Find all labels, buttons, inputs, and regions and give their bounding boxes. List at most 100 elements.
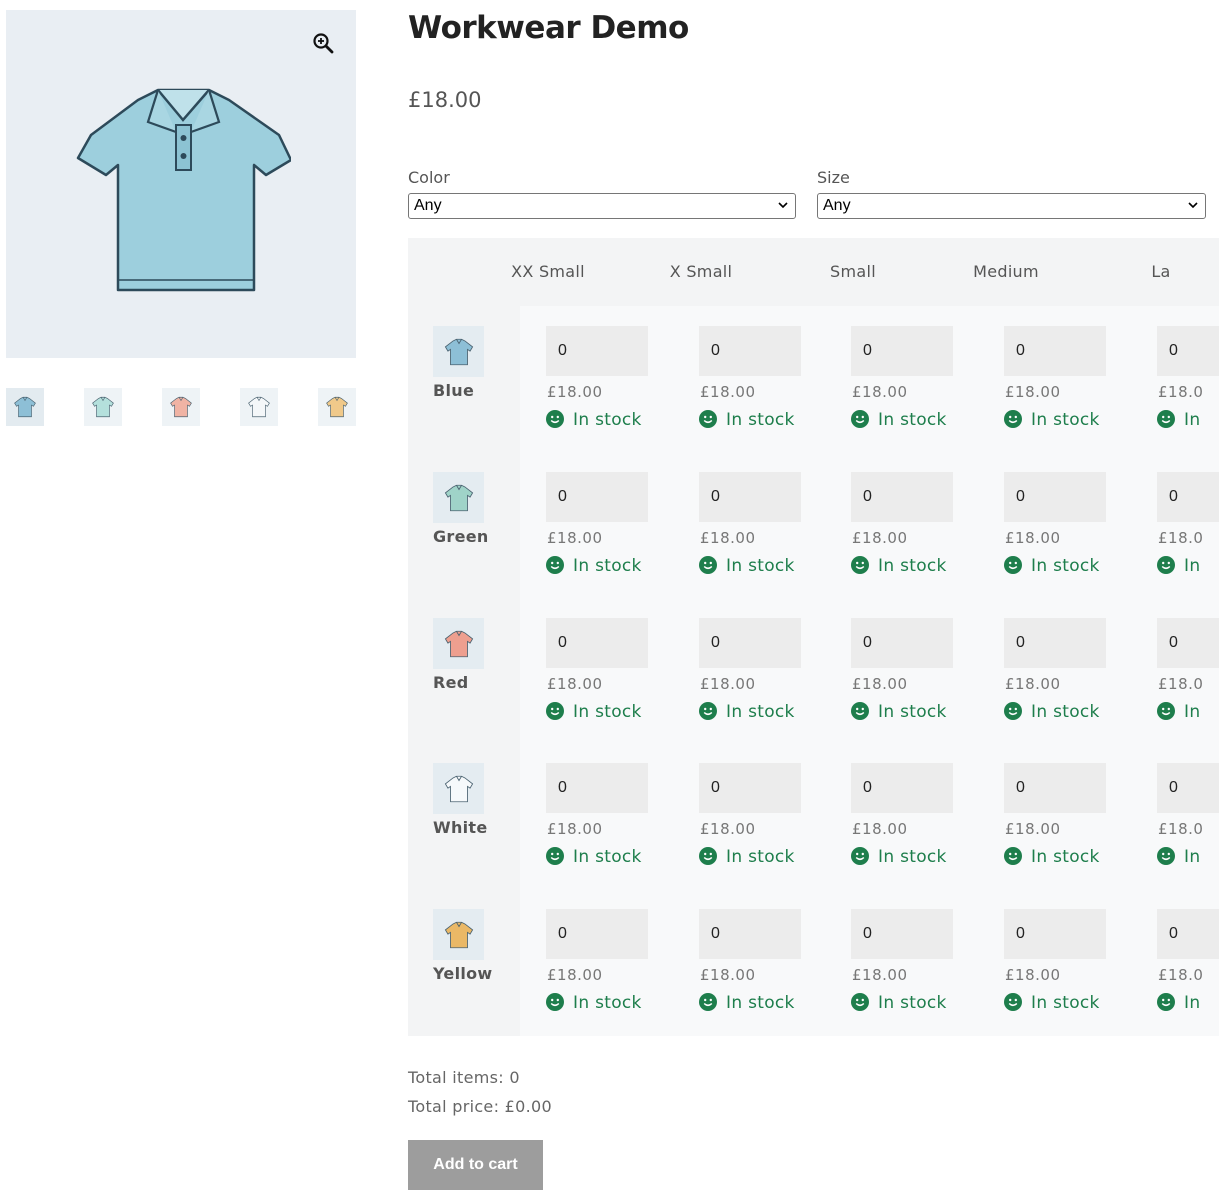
- color-select[interactable]: Any: [408, 193, 796, 219]
- smiley-check-icon: [1157, 847, 1175, 865]
- stock-status-text: In stock: [573, 410, 642, 430]
- polo-shirt-swatch-icon: [444, 484, 473, 511]
- color-row-label: Green: [433, 527, 489, 546]
- add-to-cart-button[interactable]: Add to cart: [408, 1140, 543, 1190]
- quantity-input[interactable]: 0: [1004, 618, 1106, 668]
- polo-shirt-thumbnail-icon: [170, 396, 192, 418]
- quantity-input[interactable]: 0: [699, 618, 801, 668]
- quantity-input[interactable]: 0: [546, 909, 648, 959]
- quantity-input[interactable]: 0: [1004, 472, 1106, 522]
- stock-status-text: In stock: [1031, 993, 1100, 1013]
- variation-price: £18.00: [547, 820, 603, 838]
- stock-status-text: In: [1184, 847, 1201, 867]
- quantity-input[interactable]: 0: [1157, 326, 1219, 376]
- stock-status: In: [1157, 556, 1200, 576]
- chevron-down-icon: [1188, 202, 1198, 209]
- stock-status-text: In: [1184, 702, 1201, 722]
- size-select[interactable]: Any: [817, 193, 1206, 219]
- total-price: Total price: £0.00: [408, 1097, 552, 1116]
- quantity-input[interactable]: 0: [1004, 909, 1106, 959]
- stock-status: In: [1157, 410, 1200, 430]
- gallery-thumbnail-yellow[interactable]: [318, 388, 356, 426]
- quantity-input[interactable]: 0: [851, 618, 953, 668]
- stock-status-text: In stock: [878, 702, 947, 722]
- stock-status-text: In stock: [1031, 702, 1100, 722]
- quantity-input[interactable]: 0: [1004, 763, 1106, 813]
- quantity-input[interactable]: 0: [851, 472, 953, 522]
- smiley-check-icon: [699, 702, 717, 720]
- stock-status-text: In stock: [573, 847, 642, 867]
- quantity-input[interactable]: 0: [851, 763, 953, 813]
- smiley-check-icon: [851, 556, 869, 574]
- variation-price: £18.00: [547, 675, 603, 693]
- color-row-thumbnail: [433, 326, 484, 377]
- variation-price: £18.00: [1005, 675, 1061, 693]
- polo-shirt-thumbnail-icon: [326, 396, 348, 418]
- gallery-thumbnail-blue[interactable]: [6, 388, 44, 426]
- quantity-input[interactable]: 0: [1157, 472, 1219, 522]
- zoom-in-icon[interactable]: [312, 32, 334, 54]
- size-column-header: La: [1151, 262, 1171, 281]
- stock-status: In stock: [546, 702, 642, 722]
- variation-matrix: XX Small X Small Small Medium La Blue 0 £18.00 I…: [408, 238, 1219, 1036]
- quantity-input[interactable]: 0: [1157, 763, 1219, 813]
- smiley-check-icon: [546, 702, 564, 720]
- color-row-label: White: [433, 818, 488, 837]
- quantity-input[interactable]: 0: [851, 909, 953, 959]
- chevron-down-icon: [778, 202, 788, 209]
- stock-status: In stock: [699, 993, 795, 1013]
- smiley-check-icon: [851, 993, 869, 1011]
- variation-price: £18.0: [1158, 820, 1204, 838]
- smiley-check-icon: [1004, 556, 1022, 574]
- size-column-header: XX Small: [511, 262, 585, 281]
- stock-status: In: [1157, 847, 1200, 867]
- size-column-header: X Small: [669, 262, 733, 281]
- quantity-input[interactable]: 0: [1157, 618, 1219, 668]
- quantity-input[interactable]: 0: [1157, 909, 1219, 959]
- variation-price: £18.00: [1005, 966, 1061, 984]
- stock-status: In stock: [1004, 410, 1100, 430]
- smiley-check-icon: [1004, 847, 1022, 865]
- stock-status-text: In stock: [878, 556, 947, 576]
- stock-status: In stock: [1004, 847, 1100, 867]
- smiley-check-icon: [1004, 993, 1022, 1011]
- stock-status-text: In stock: [1031, 847, 1100, 867]
- stock-status-text: In stock: [573, 702, 642, 722]
- quantity-input[interactable]: 0: [546, 472, 648, 522]
- smiley-check-icon: [1157, 556, 1175, 574]
- quantity-input[interactable]: 0: [1004, 326, 1106, 376]
- quantity-input[interactable]: 0: [546, 326, 648, 376]
- stock-status: In stock: [699, 702, 795, 722]
- variation-price: £18.0: [1158, 383, 1204, 401]
- stock-status: In stock: [851, 993, 947, 1013]
- quantity-input[interactable]: 0: [699, 472, 801, 522]
- variation-price: £18.00: [700, 529, 756, 547]
- product-main-image[interactable]: [6, 10, 356, 358]
- stock-status: In stock: [699, 847, 795, 867]
- gallery-thumbnails: [6, 388, 356, 428]
- quantity-input[interactable]: 0: [699, 909, 801, 959]
- quantity-input[interactable]: 0: [699, 763, 801, 813]
- gallery-thumbnail-red[interactable]: [162, 388, 200, 426]
- color-row-thumbnail: [433, 618, 484, 669]
- color-row-label: Red: [433, 673, 469, 692]
- stock-status: In stock: [1004, 702, 1100, 722]
- stock-status-text: In: [1184, 993, 1201, 1013]
- variation-price: £18.00: [852, 529, 908, 547]
- stock-status-text: In: [1184, 556, 1201, 576]
- quantity-input[interactable]: 0: [699, 326, 801, 376]
- color-row-thumbnail: [433, 472, 484, 523]
- stock-status: In stock: [699, 410, 795, 430]
- stock-status: In stock: [699, 556, 795, 576]
- stock-status-text: In stock: [878, 993, 947, 1013]
- smiley-check-icon: [699, 993, 717, 1011]
- quantity-input[interactable]: 0: [546, 763, 648, 813]
- product-title: Workwear Demo: [408, 10, 689, 46]
- stock-status-text: In stock: [878, 410, 947, 430]
- stock-status-text: In stock: [726, 847, 795, 867]
- quantity-input[interactable]: 0: [546, 618, 648, 668]
- gallery-thumbnail-white[interactable]: [240, 388, 278, 426]
- quantity-input[interactable]: 0: [851, 326, 953, 376]
- gallery-thumbnail-green[interactable]: [84, 388, 122, 426]
- polo-shirt-thumbnail-icon: [14, 396, 36, 418]
